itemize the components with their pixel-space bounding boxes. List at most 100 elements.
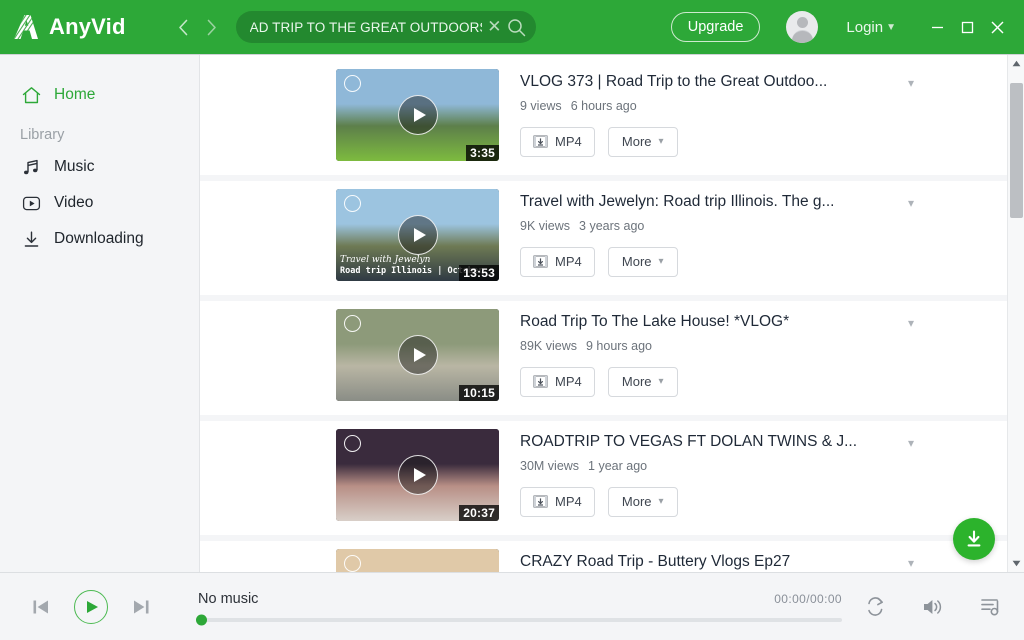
video-card[interactable]: 20:37 ROADTRIP TO VEGAS FT DOLAN TWINS &…	[321, 421, 919, 529]
next-button[interactable]	[130, 596, 152, 618]
download-all-button[interactable]	[953, 518, 995, 560]
video-title[interactable]: ROADTRIP TO VEGAS FT DOLAN TWINS & J...	[520, 433, 895, 452]
download-format-button[interactable]: MP4	[520, 126, 595, 157]
playlist-button[interactable]	[979, 595, 1002, 618]
download-format-button[interactable]: MP4	[520, 486, 595, 517]
maximize-icon	[961, 21, 973, 33]
sidebar-item-downloading[interactable]: Downloading	[0, 221, 199, 257]
chevron-down-icon[interactable]: ▾	[903, 433, 919, 450]
back-button[interactable]	[172, 13, 196, 41]
previous-button[interactable]	[30, 596, 52, 618]
play-overlay-icon[interactable]	[397, 455, 438, 495]
more-options-button[interactable]: More ▾	[607, 246, 678, 277]
sidebar-item-downloading-label: Downloading	[54, 230, 144, 247]
content-scrollbar[interactable]	[1007, 55, 1024, 572]
scroll-up-button[interactable]	[1008, 55, 1024, 72]
video-thumbnail[interactable]: 10:15	[336, 309, 499, 401]
chevron-down-icon[interactable]: ▾	[903, 193, 919, 210]
video-duration: 20:37	[459, 505, 499, 521]
avatar-head	[796, 17, 808, 28]
more-options-button[interactable]: More ▾	[607, 486, 678, 517]
download-icon	[967, 530, 981, 547]
video-actions: MP4 More ▾	[520, 126, 919, 157]
forward-button[interactable]	[200, 13, 224, 41]
video-select-checkbox[interactable]	[344, 555, 361, 572]
video-title-row: ROADTRIP TO VEGAS FT DOLAN TWINS & J... …	[520, 433, 919, 452]
search-submit-button[interactable]	[506, 17, 525, 37]
scrollbar-thumb[interactable]	[1010, 83, 1023, 218]
repeat-icon	[868, 597, 883, 616]
scroll-down-button[interactable]	[1008, 555, 1024, 572]
track-progress-bar[interactable]	[196, 614, 842, 626]
download-format-button[interactable]: MP4	[520, 366, 595, 397]
chevron-down-icon[interactable]: ▾	[903, 313, 919, 330]
more-options-label: More	[621, 254, 652, 270]
play-overlay-icon[interactable]	[397, 215, 438, 255]
more-options-label: More	[621, 134, 652, 150]
transport-controls	[30, 589, 152, 624]
sidebar-item-home[interactable]: Home	[0, 77, 199, 113]
sidebar-item-home-label: Home	[54, 86, 96, 103]
video-views: 9 views	[520, 98, 562, 113]
volume-button[interactable]	[921, 596, 945, 618]
caret-up-icon	[1012, 60, 1021, 67]
video-select-checkbox[interactable]	[344, 315, 361, 332]
download-arrow-icon	[20, 228, 42, 250]
video-select-checkbox[interactable]	[344, 75, 361, 92]
download-format-button[interactable]: MP4	[520, 246, 595, 277]
video-card[interactable]: Travel with Jewelyn Road trip Illinois |…	[321, 181, 919, 289]
video-select-checkbox[interactable]	[344, 195, 361, 212]
video-age: 6 hours ago	[570, 98, 637, 113]
video-thumbnail[interactable]	[336, 549, 499, 572]
video-card[interactable]: 3:35 VLOG 373 | Road Trip to the Great O…	[321, 61, 919, 169]
maximize-button[interactable]	[952, 12, 982, 42]
search-input[interactable]: AD TRIP TO THE GREAT OUTDOORS!	[250, 20, 483, 35]
chevron-down-icon: ▾	[658, 376, 664, 388]
video-title[interactable]: CRAZY Road Trip - Buttery Vlogs Ep27	[520, 553, 895, 572]
video-card[interactable]: CRAZY Road Trip - Buttery Vlogs Ep27 ▾ 4…	[321, 541, 919, 572]
search-box[interactable]: AD TRIP TO THE GREAT OUTDOORS! ✕	[235, 11, 536, 43]
video-meta: CRAZY Road Trip - Buttery Vlogs Ep27 ▾ 4…	[499, 553, 919, 572]
avatar[interactable]	[786, 11, 819, 43]
upgrade-button[interactable]: Upgrade	[670, 12, 761, 42]
play-overlay-icon[interactable]	[397, 335, 438, 375]
video-stats: 30M views 1 year ago	[520, 459, 919, 473]
track-progress-knob[interactable]	[196, 614, 207, 626]
video-title[interactable]: Travel with Jewelyn: Road trip Illinois.…	[520, 193, 895, 212]
search-clear-icon[interactable]: ✕	[486, 18, 502, 36]
film-download-icon	[533, 375, 548, 388]
chevron-down-icon[interactable]: ▾	[903, 73, 919, 90]
chevron-down-icon: ▼	[886, 21, 896, 33]
video-age: 9 hours ago	[585, 338, 653, 353]
playlist-icon	[981, 599, 999, 616]
video-select-checkbox[interactable]	[344, 435, 361, 452]
close-button[interactable]	[982, 12, 1012, 42]
play-overlay-icon[interactable]	[397, 95, 438, 135]
video-age: 1 year ago	[588, 458, 648, 473]
video-title[interactable]: VLOG 373 | Road Trip to the Great Outdoo…	[520, 73, 895, 92]
player-bar: No music 00:00/00:00	[0, 572, 1024, 640]
sidebar-section-library: Library	[20, 127, 65, 143]
repeat-button[interactable]	[864, 595, 887, 618]
brand-logo[interactable]: AnyVid	[10, 12, 126, 42]
sidebar-item-video[interactable]: Video	[0, 185, 199, 221]
video-card[interactable]: 10:15 Road Trip To The Lake House! *VLOG…	[321, 301, 919, 409]
video-thumbnail[interactable]: 20:37	[336, 429, 499, 521]
header-right-group: Upgrade Login ▼	[670, 11, 1012, 43]
video-actions: MP4 More ▾	[520, 246, 919, 277]
video-duration: 10:15	[459, 385, 499, 401]
video-title[interactable]: Road Trip To The Lake House! *VLOG*	[520, 313, 895, 332]
sidebar-item-music[interactable]: Music	[0, 149, 199, 185]
more-options-button[interactable]: More ▾	[607, 366, 678, 397]
minimize-button[interactable]	[922, 12, 952, 42]
video-thumbnail[interactable]: Travel with Jewelyn Road trip Illinois |…	[336, 189, 499, 281]
more-options-button[interactable]: More ▾	[607, 126, 678, 157]
video-actions: MP4 More ▾	[520, 486, 919, 517]
more-options-label: More	[621, 374, 652, 390]
login-menu[interactable]: Login ▼	[846, 19, 896, 36]
video-thumbnail[interactable]: 3:35	[336, 69, 499, 161]
chevron-down-icon[interactable]: ▾	[903, 553, 919, 570]
window-controls	[922, 12, 1012, 42]
play-button[interactable]	[74, 589, 108, 624]
video-play-icon	[20, 192, 42, 214]
